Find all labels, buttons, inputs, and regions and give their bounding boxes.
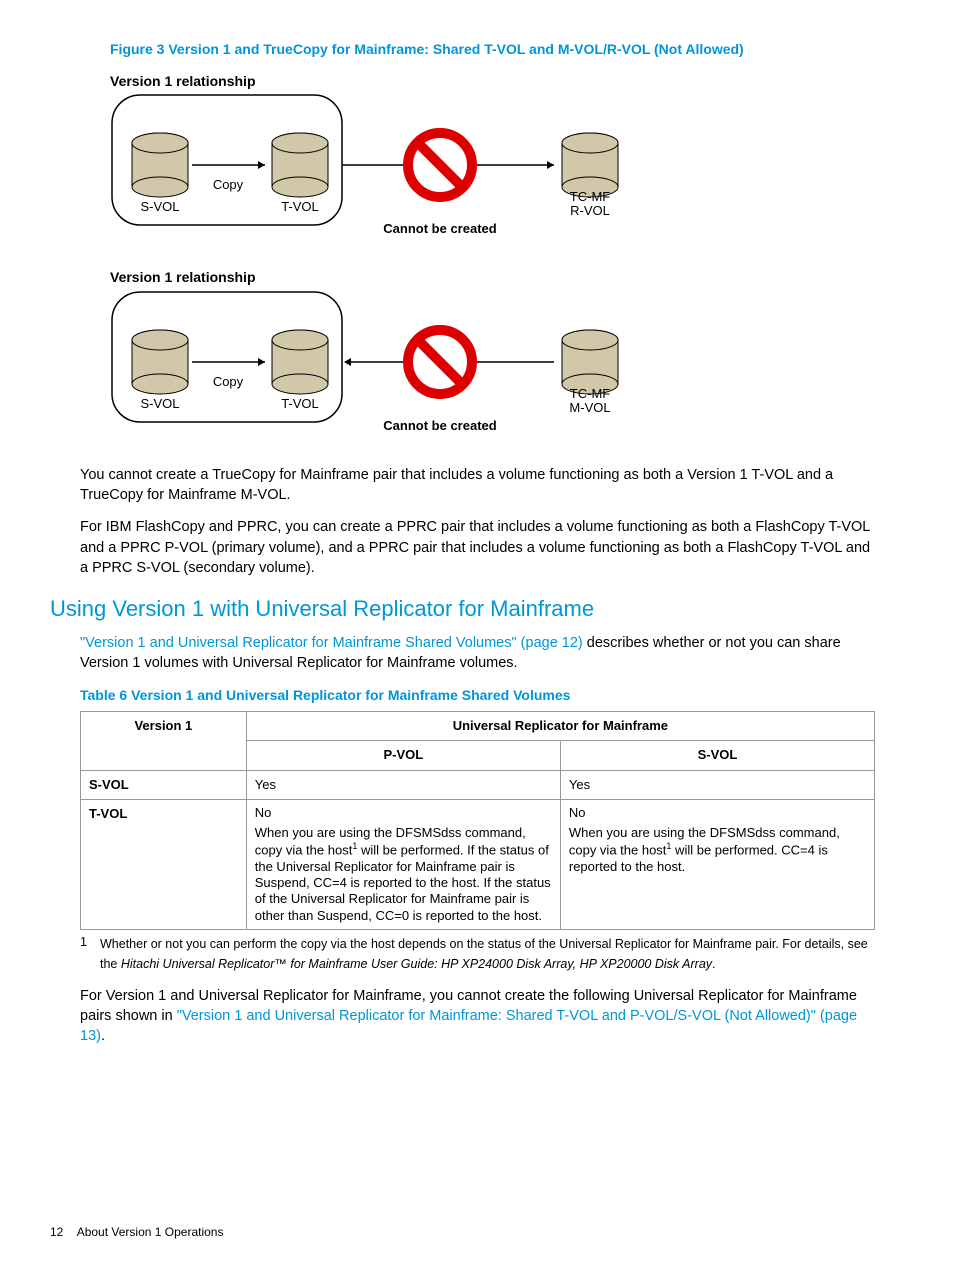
svg-text:TC-MF: TC-MF [570, 386, 610, 401]
svg-text:Copy: Copy [213, 177, 244, 192]
body-paragraph: "Version 1 and Universal Replicator for … [80, 633, 874, 674]
text: . [101, 1028, 105, 1044]
svg-text:T-VOL: T-VOL [281, 396, 319, 411]
diagram-label: Version 1 relationship [110, 72, 904, 92]
body-paragraph: For IBM FlashCopy and PPRC, you can crea… [80, 517, 874, 578]
figure-diagram-1: Version 1 relationship S-VOL T-VOL Copy … [110, 72, 904, 249]
table-cell: No When you are using the DFSMSdss comma… [560, 799, 874, 929]
table-row: S-VOL Yes Yes [81, 770, 875, 799]
svg-text:M-VOL: M-VOL [569, 400, 610, 415]
table-cell: Yes [560, 770, 874, 799]
col-header-pvol: P-VOL [246, 741, 560, 770]
cross-ref-link[interactable]: "Version 1 and Universal Replicator for … [80, 1008, 857, 1044]
diagram-svg: S-VOL T-VOL Copy Cannot be created TC-MF… [110, 290, 650, 445]
cross-ref-link[interactable]: "Version 1 and Universal Replicator for … [80, 635, 583, 651]
col-header-svol: S-VOL [560, 741, 874, 770]
footnote-text: Whether or not you can perform the copy … [100, 934, 874, 974]
shared-volumes-table: Version 1 Universal Replicator for Mainf… [80, 711, 875, 930]
section-heading: Using Version 1 with Universal Replicato… [50, 594, 904, 625]
table-footnote: 1 Whether or not you can perform the cop… [80, 934, 874, 974]
col-header-urm: Universal Replicator for Mainframe [246, 712, 874, 741]
table-cell: No When you are using the DFSMSdss comma… [246, 799, 560, 929]
footer-section-title: About Version 1 Operations [77, 1225, 224, 1239]
footnote-number: 1 [80, 934, 100, 974]
page-footer: 12 About Version 1 Operations [50, 1224, 223, 1241]
svg-text:S-VOL: S-VOL [140, 199, 179, 214]
svg-text:Cannot be created: Cannot be created [383, 418, 496, 433]
body-paragraph: For Version 1 and Universal Replicator f… [80, 986, 874, 1047]
cell-text: When you are using the DFSMSdss command,… [255, 825, 552, 924]
row-header: S-VOL [81, 770, 247, 799]
svg-text:Cannot be created: Cannot be created [383, 221, 496, 236]
body-paragraph: You cannot create a TrueCopy for Mainfra… [80, 465, 874, 506]
page-number: 12 [50, 1225, 63, 1239]
svg-text:R-VOL: R-VOL [570, 203, 610, 218]
table-caption: Table 6 Version 1 and Universal Replicat… [80, 686, 874, 706]
svg-text:TC-MF: TC-MF [570, 189, 610, 204]
figure-diagram-2: Version 1 relationship S-VOL T-VOL Copy … [110, 268, 904, 445]
cell-text: No [569, 805, 866, 821]
cell-text: No [255, 805, 552, 821]
figure-caption: Figure 3 Version 1 and TrueCopy for Main… [110, 40, 904, 60]
col-header-version1: Version 1 [81, 712, 247, 770]
row-header: T-VOL [81, 799, 247, 929]
diagram-label: Version 1 relationship [110, 268, 904, 288]
table-row: T-VOL No When you are using the DFSMSdss… [81, 799, 875, 929]
diagram-svg: S-VOL T-VOL Copy Cannot be created TC-MF… [110, 93, 650, 248]
svg-text:S-VOL: S-VOL [140, 396, 179, 411]
table-cell: Yes [246, 770, 560, 799]
cell-text: When you are using the DFSMSdss command,… [569, 825, 866, 875]
svg-text:T-VOL: T-VOL [281, 199, 319, 214]
svg-text:Copy: Copy [213, 374, 244, 389]
